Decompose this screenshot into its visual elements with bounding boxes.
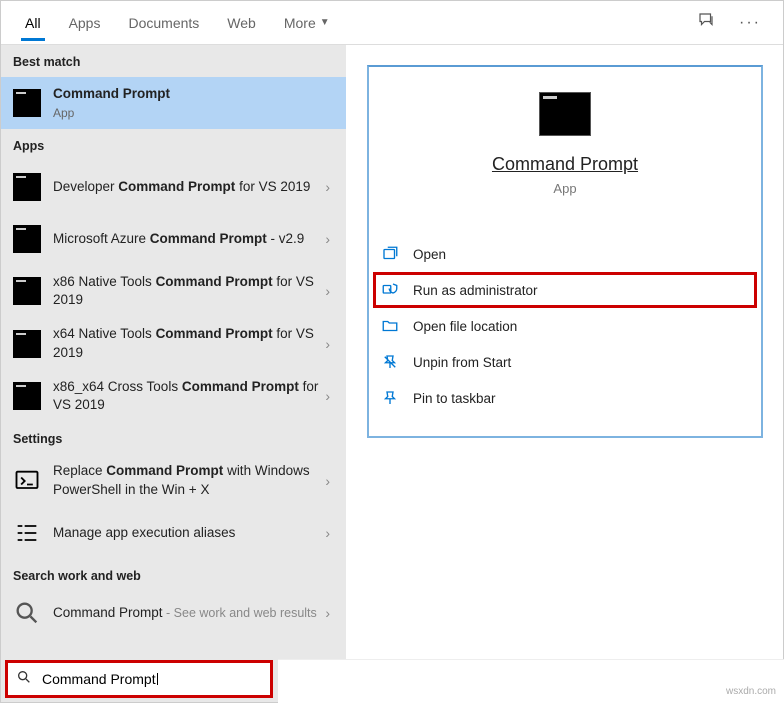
section-search-web: Search work and web [1,559,346,591]
result-app[interactable]: x86 Native Tools Command Prompt for VS 2… [1,265,346,317]
action-pin-taskbar[interactable]: Pin to taskbar [373,380,757,416]
chevron-down-icon: ▼ [320,17,330,28]
section-settings: Settings [1,422,346,454]
command-prompt-icon [13,382,41,410]
result-title: Microsoft Azure Command Prompt - v2.9 [53,230,321,248]
chevron-right-icon[interactable]: › [321,525,334,541]
result-title: Command Prompt - See work and web result… [53,604,321,622]
admin-shield-icon [381,281,399,299]
action-label: Run as administrator [413,283,538,298]
section-best-match: Best match [1,45,346,77]
watermark: wsxdn.com [726,686,776,697]
chevron-right-icon[interactable]: › [321,283,334,299]
pin-icon [381,389,399,407]
preview-app-icon [539,92,591,136]
chevron-right-icon[interactable]: › [321,473,334,489]
result-title: x64 Native Tools Command Prompt for VS 2… [53,325,321,361]
results-panel: Best match Command Prompt App Apps Devel… [1,45,346,702]
unpin-icon [381,353,399,371]
filter-tabs: All Apps Documents Web More ▼ ··· [1,1,783,45]
result-web[interactable]: Command Prompt - See work and web result… [1,591,346,635]
result-type: App [53,105,334,121]
result-title: Manage app execution aliases [53,524,321,542]
action-open-location[interactable]: Open file location [373,308,757,344]
preview-title[interactable]: Command Prompt [369,154,761,175]
result-setting[interactable]: Replace Command Prompt with Windows Powe… [1,454,346,506]
bottom-bar [278,659,784,703]
result-app[interactable]: Microsoft Azure Command Prompt - v2.9 › [1,213,346,265]
command-prompt-icon [13,89,41,117]
open-icon [381,245,399,263]
command-prompt-icon [13,277,41,305]
result-title: Replace Command Prompt with Windows Powe… [53,462,321,498]
action-label: Unpin from Start [413,355,511,370]
action-label: Pin to taskbar [413,391,496,406]
command-prompt-icon [13,225,41,253]
result-title: x86 Native Tools Command Prompt for VS 2… [53,273,321,309]
chevron-right-icon[interactable]: › [321,179,334,195]
preview-type: App [369,181,761,196]
search-icon [16,669,32,689]
tab-more-label: More [284,15,316,31]
search-input-box[interactable]: Command Prompt [5,660,273,698]
alias-setting-icon [13,519,41,547]
result-setting[interactable]: Manage app execution aliases › [1,507,346,559]
search-input-value: Command Prompt [42,671,156,687]
result-app[interactable]: x86_x64 Cross Tools Command Prompt for V… [1,370,346,422]
tab-apps[interactable]: Apps [55,5,115,41]
folder-icon [381,317,399,335]
result-app[interactable]: x64 Native Tools Command Prompt for VS 2… [1,317,346,369]
result-app[interactable]: Developer Command Prompt for VS 2019 › [1,161,346,213]
chevron-right-icon[interactable]: › [321,336,334,352]
action-unpin-start[interactable]: Unpin from Start [373,344,757,380]
tab-all[interactable]: All [11,5,55,41]
search-icon [13,599,41,627]
feedback-icon[interactable] [685,3,727,42]
result-title: Command Prompt [53,85,334,103]
action-open[interactable]: Open [373,236,757,272]
chevron-right-icon[interactable]: › [321,388,334,404]
tab-more[interactable]: More ▼ [270,5,344,41]
command-prompt-icon [13,330,41,358]
result-title: Developer Command Prompt for VS 2019 [53,178,321,196]
section-apps: Apps [1,129,346,161]
tab-documents[interactable]: Documents [114,5,213,41]
action-label: Open [413,247,446,262]
tab-web[interactable]: Web [213,5,270,41]
terminal-setting-icon [13,467,41,495]
more-options-icon[interactable]: ··· [727,6,773,40]
preview-panel: Command Prompt App Open Run as administr… [346,45,783,702]
action-label: Open file location [413,319,517,334]
result-title: x86_x64 Cross Tools Command Prompt for V… [53,378,321,414]
action-run-admin[interactable]: Run as administrator [373,272,757,308]
result-best-match[interactable]: Command Prompt App [1,77,346,129]
chevron-right-icon[interactable]: › [321,605,334,621]
chevron-right-icon[interactable]: › [321,231,334,247]
command-prompt-icon [13,173,41,201]
